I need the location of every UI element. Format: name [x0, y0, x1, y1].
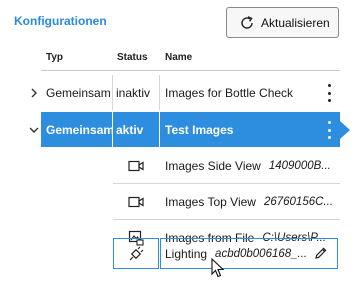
row-name: Images for Bottle Check	[165, 85, 294, 100]
child-detail: 26760156C...	[263, 195, 334, 208]
more-options-icon[interactable]	[326, 84, 332, 102]
plug-icon	[113, 236, 159, 271]
child-detail: 1409000B...	[268, 159, 331, 172]
panel-title: Konfigurationen	[14, 14, 107, 28]
mouse-cursor-icon	[211, 257, 227, 283]
row-status: aktiv	[116, 122, 144, 137]
child-row-name[interactable]: Images Side View 1409000B...	[160, 148, 340, 183]
child-row-name[interactable]: Images Top View 26760156C...	[160, 184, 340, 219]
refresh-label: Aktualisieren	[261, 15, 330, 30]
table-row[interactable]: Gemeinsam inaktiv Images for Bottle Chec…	[41, 75, 340, 110]
refresh-icon	[241, 15, 253, 29]
row-name: Test Images	[165, 122, 234, 137]
child-name: Images Top View	[165, 194, 256, 209]
edit-pencil-icon[interactable]	[314, 246, 328, 263]
column-header-typ[interactable]: Typ	[46, 52, 63, 66]
header-divider	[41, 70, 340, 71]
row-typ: Gemeinsam	[46, 85, 111, 100]
camera-icon	[113, 148, 159, 183]
camera-icon	[113, 184, 159, 219]
refresh-button[interactable]: Aktualisieren	[226, 7, 339, 38]
more-options-icon[interactable]	[326, 121, 332, 139]
child-detail: acbd0b006168_...	[215, 247, 308, 260]
row-status: inaktiv	[116, 85, 151, 100]
column-header-status[interactable]: Status	[117, 52, 148, 66]
child-name: Lighting	[165, 246, 208, 261]
child-row-name[interactable]: Lighting acbd0b006168_...	[160, 236, 340, 271]
row-typ: Gemeinsam	[46, 122, 112, 137]
selection-arrow-icon	[340, 121, 350, 139]
column-header-name[interactable]: Name	[165, 52, 192, 66]
table-row-selected[interactable]: Gemeinsam aktiv Test Images	[41, 112, 340, 147]
child-name: Images Side View	[165, 158, 261, 173]
